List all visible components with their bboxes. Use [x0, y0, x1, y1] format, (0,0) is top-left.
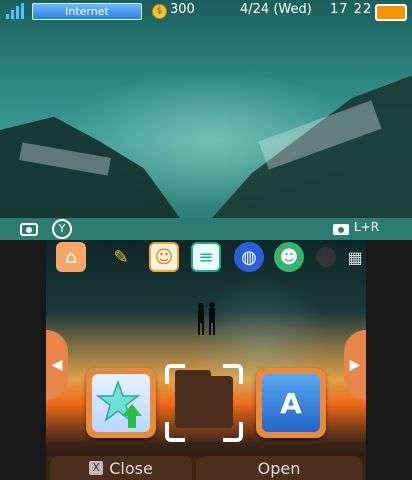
scroll-right-button[interactable]: ▶ [344, 330, 366, 400]
selected-folder-slot[interactable] [165, 364, 243, 442]
battery-icon [375, 4, 407, 21]
open-button[interactable]: Open [196, 456, 362, 480]
bottom-screen-wallpaper [46, 240, 366, 480]
y-button-icon[interactable]: Y [52, 219, 72, 239]
bottom-bar: X Close Open [46, 456, 366, 480]
status-bar: Internet $ 300 4/24 (Wed) 17 22 [0, 0, 412, 24]
dot-icon[interactable] [316, 247, 336, 267]
clock: 17 22 [330, 2, 373, 17]
open-label: Open [257, 458, 301, 478]
coin-count: 300 [170, 2, 195, 17]
folder-icon [175, 370, 233, 428]
signal-icon [6, 3, 24, 19]
pencil-icon[interactable]: ✎ [106, 242, 136, 272]
star-update-icon [92, 374, 150, 432]
x-button-icon: X [89, 461, 104, 475]
grid-icon[interactable]: ▦ [340, 242, 370, 272]
camera-icon[interactable] [332, 221, 350, 237]
settings-home-icon[interactable]: ⌂ [56, 242, 86, 272]
people-icon[interactable]: ☻ [274, 242, 304, 272]
top-toolbar: ⌂ ✎ ☺ ≡ ◍ ☻ ▦ [46, 240, 366, 276]
left-side-panel [0, 240, 46, 480]
scroll-left-button[interactable]: ◀ [46, 330, 68, 400]
globe-icon[interactable]: ◍ [234, 242, 264, 272]
top-screen-wallpaper [0, 0, 412, 218]
close-label: Close [109, 458, 153, 478]
letter-a-icon: A [262, 374, 320, 432]
camera-icon[interactable] [20, 221, 44, 237]
app-tile-a[interactable]: A [256, 368, 326, 438]
l-plus-r-icon[interactable]: L+R [354, 220, 379, 234]
smiley-icon[interactable]: ☺ [149, 242, 179, 272]
speech-bubble-icon[interactable]: ≡ [191, 242, 221, 272]
right-side-panel [366, 240, 412, 480]
close-button[interactable]: X Close [50, 456, 192, 480]
connection-label: Internet [32, 3, 142, 20]
silhouette-figures [198, 302, 215, 335]
screen-divider-strip: Y L+R [0, 218, 412, 240]
coin-icon: $ [152, 4, 167, 19]
date: 4/24 (Wed) [240, 2, 312, 17]
app-tile-update[interactable] [86, 368, 156, 438]
